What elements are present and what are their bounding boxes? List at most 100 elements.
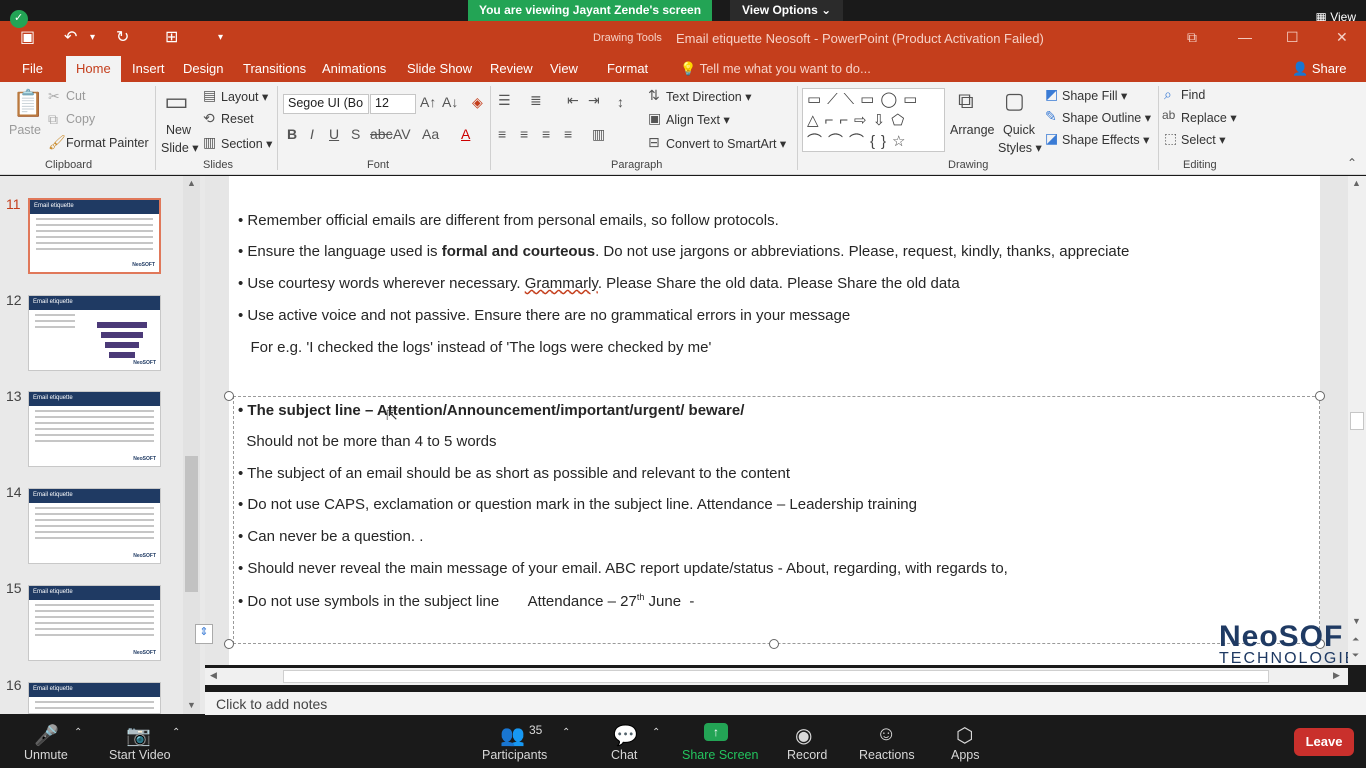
scroll-left-icon[interactable]: ◀ (210, 670, 217, 681)
scroll-down-icon[interactable]: ▼ (1352, 616, 1361, 626)
share-screen-button[interactable]: Share Screen (682, 748, 758, 762)
audio-options-icon[interactable]: ⌃ (74, 727, 82, 738)
slide-thumbnail-12[interactable]: Email etiquette NeoSOFT (28, 295, 161, 371)
undo-dropdown-icon[interactable]: ▾ (90, 32, 95, 43)
tab-insert[interactable]: Insert (132, 61, 165, 76)
shape-outline-icon[interactable]: ✎ (1045, 108, 1057, 125)
underline-icon[interactable]: U (329, 126, 339, 142)
video-off-icon[interactable]: 📷 (126, 723, 151, 748)
new-slide-label-1[interactable]: New (166, 123, 191, 137)
justify-icon[interactable]: ≡ (564, 126, 572, 142)
start-video-button[interactable]: Start Video (109, 748, 171, 762)
bold-icon[interactable]: B (287, 126, 297, 142)
align-center-icon[interactable]: ≡ (520, 126, 528, 142)
horizontal-scroll-thumb[interactable] (283, 670, 1269, 683)
tab-review[interactable]: Review (490, 61, 533, 76)
spelling-flagged-word[interactable]: Grammarly (525, 275, 598, 292)
strikethrough-icon[interactable]: abc (370, 126, 393, 142)
view-options-button[interactable]: View Options ⌄ (730, 0, 844, 21)
video-options-icon[interactable]: ⌃ (172, 727, 180, 738)
apps-icon[interactable]: ⬡ (956, 723, 973, 748)
participants-options-icon[interactable]: ⌃ (562, 727, 570, 738)
thumbnails-scroll-thumb[interactable] (185, 456, 198, 592)
ribbon-display-icon[interactable]: ⧉ (1187, 29, 1197, 46)
character-spacing-icon[interactable]: AV (393, 126, 411, 142)
clear-formatting-icon[interactable]: ◈ (472, 94, 483, 111)
slide-thumbnail-11[interactable]: Email etiquette NeoSOFT (28, 198, 161, 274)
find-button[interactable]: Find (1181, 88, 1205, 102)
previous-slide-icon[interactable]: ⏶ (1352, 634, 1359, 645)
collapse-ribbon-icon[interactable]: ⌃ (1347, 156, 1357, 170)
tab-animations[interactable]: Animations (322, 61, 386, 76)
arrange-button[interactable]: Arrange (950, 123, 994, 137)
chat-options-icon[interactable]: ⌃ (652, 727, 660, 738)
text-direction-button[interactable]: Text Direction ▾ (666, 89, 751, 104)
arrange-icon[interactable]: ⧉ (958, 88, 974, 114)
align-left-icon[interactable]: ≡ (498, 126, 506, 142)
change-case-icon[interactable]: Aa (422, 126, 439, 142)
bullet-line-5[interactable]: For e.g. 'I checked the logs' instead of… (238, 339, 712, 356)
shape-effects-icon[interactable]: ◪ (1045, 130, 1058, 147)
unmute-button[interactable]: Unmute (24, 748, 68, 762)
slide-thumbnail-15[interactable]: Email etiquette NeoSOFT (28, 585, 161, 661)
reset-button[interactable]: Reset (221, 112, 254, 126)
quick-styles-label-1[interactable]: Quick (1003, 123, 1035, 137)
quick-styles-icon[interactable]: ▢ (1004, 88, 1025, 114)
increase-indent-icon[interactable]: ⇥ (588, 92, 600, 109)
subject-item-1[interactable]: Should not be more than 4 to 5 words (238, 433, 496, 450)
customize-qat-icon[interactable]: ▾ (218, 32, 223, 43)
resize-handle[interactable] (1315, 391, 1325, 401)
quick-styles-label-2[interactable]: Styles ▾ (998, 140, 1042, 155)
align-text-icon[interactable]: ▣ (648, 110, 661, 127)
find-icon[interactable]: ⌕ (1164, 86, 1172, 103)
copy-button[interactable]: Copy (66, 112, 95, 126)
format-painter-button[interactable]: Format Painter (66, 136, 149, 150)
subject-item-4[interactable]: • Can never be a question. . (238, 528, 423, 545)
scroll-up-icon[interactable]: ▲ (187, 178, 196, 188)
slide-thumbnail-16[interactable]: Email etiquette (28, 682, 161, 714)
numbering-icon[interactable]: ≣ (530, 92, 542, 109)
increase-font-icon[interactable]: A↑ (420, 94, 436, 110)
record-button[interactable]: Record (787, 748, 827, 762)
bullet-line-1[interactable]: • Remember official emails are different… (238, 212, 779, 229)
line-spacing-icon[interactable]: ↕ (617, 94, 624, 110)
shape-effects-button[interactable]: Shape Effects ▾ (1062, 132, 1149, 147)
leave-button[interactable]: Leave (1294, 728, 1354, 756)
security-shield-icon[interactable] (10, 10, 28, 28)
reactions-icon[interactable]: ☺ (876, 723, 896, 746)
tab-slide-show[interactable]: Slide Show (407, 61, 472, 76)
new-slide-label-2[interactable]: Slide ▾ (161, 140, 199, 155)
bullet-line-3[interactable]: • Use courtesy words wherever necessary.… (238, 275, 960, 292)
presentation-icon[interactable]: ⊞ (165, 27, 178, 47)
resize-handle[interactable] (224, 639, 234, 649)
tab-file[interactable]: File (22, 61, 43, 76)
subject-item-3[interactable]: • Do not use CAPS, exclamation or questi… (238, 496, 917, 513)
italic-icon[interactable]: I (310, 126, 314, 142)
microphone-muted-icon[interactable]: 🎤 (34, 723, 59, 748)
shape-outline-button[interactable]: Shape Outline ▾ (1062, 110, 1151, 125)
tab-home[interactable]: Home (66, 56, 121, 82)
shadow-icon[interactable]: S (351, 126, 360, 142)
maximize-icon[interactable]: ☐ (1286, 29, 1299, 46)
align-right-icon[interactable]: ≡ (542, 126, 550, 142)
scroll-up-icon[interactable]: ▲ (1352, 178, 1361, 188)
copy-icon[interactable]: ⧉ (48, 111, 58, 128)
scroll-right-icon[interactable]: ▶ (1333, 670, 1340, 681)
apps-button[interactable]: Apps (951, 748, 980, 762)
resize-handle[interactable] (769, 639, 779, 649)
tab-transitions[interactable]: Transitions (243, 61, 306, 76)
resize-handle[interactable] (224, 391, 234, 401)
subject-item-2[interactable]: • The subject of an email should be as s… (238, 465, 790, 482)
select-button[interactable]: Select ▾ (1181, 132, 1226, 147)
chat-button[interactable]: Chat (611, 748, 637, 762)
font-color-icon[interactable]: A (461, 126, 470, 142)
section-button[interactable]: Section ▾ (221, 136, 272, 151)
shapes-gallery[interactable]: ▭⟋⟍▭◯▭ △⌐⌐⇨⇩⬠ ⌒⌒⌒{}☆ (802, 88, 945, 152)
save-icon[interactable]: ▣ (20, 27, 35, 47)
notes-pane[interactable]: Click to add notes (205, 692, 1366, 715)
paste-icon[interactable]: 📋 (12, 88, 44, 119)
subject-item-6[interactable]: • Do not use symbols in the subject line… (238, 592, 694, 610)
reactions-button[interactable]: Reactions (859, 748, 915, 762)
participants-icon[interactable]: 👥 (500, 723, 525, 748)
shape-fill-icon[interactable]: ◩ (1045, 86, 1058, 103)
